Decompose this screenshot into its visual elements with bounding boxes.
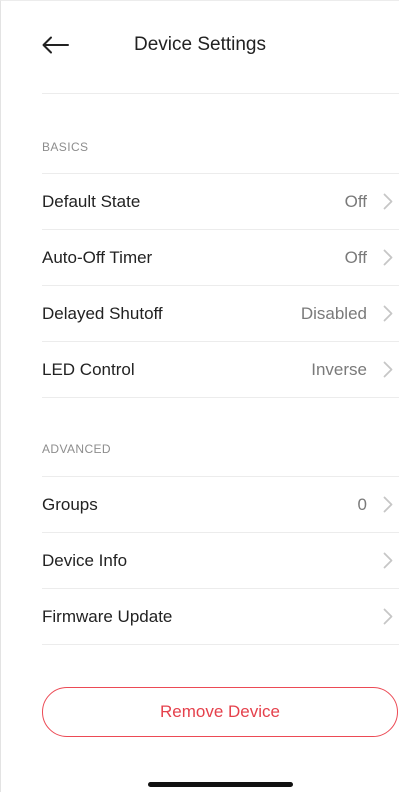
- header: Device Settings: [1, 1, 399, 93]
- section-header-basics: BASICS: [42, 140, 89, 154]
- remove-device-button[interactable]: Remove Device: [42, 687, 398, 737]
- chevron-right-icon: [381, 193, 395, 211]
- section-header-advanced: ADVANCED: [42, 442, 111, 456]
- row-label: Groups: [42, 494, 98, 514]
- row-led-control[interactable]: LED Control Inverse: [42, 341, 399, 398]
- screen: Device Settings BASICS Default State Off…: [0, 0, 399, 792]
- row-device-info[interactable]: Device Info: [42, 532, 399, 588]
- row-firmware-update[interactable]: Firmware Update: [42, 588, 399, 645]
- chevron-right-icon: [381, 305, 395, 323]
- chevron-right-icon: [381, 608, 395, 626]
- row-value: Disabled: [300, 303, 367, 323]
- chevron-right-icon: [381, 552, 395, 570]
- row-value: Off: [344, 191, 367, 211]
- row-label: Auto-Off Timer: [42, 247, 153, 267]
- header-divider: [42, 93, 399, 94]
- row-value: 0: [357, 494, 367, 514]
- row-auto-off-timer[interactable]: Auto-Off Timer Off: [42, 229, 399, 285]
- row-value: Off: [344, 247, 367, 267]
- page-title: Device Settings: [133, 34, 266, 55]
- row-groups[interactable]: Groups 0: [42, 476, 399, 532]
- row-label: Default State: [42, 191, 141, 211]
- row-label: Device Info: [42, 550, 128, 570]
- row-delayed-shutoff[interactable]: Delayed Shutoff Disabled: [42, 285, 399, 341]
- row-label: Delayed Shutoff: [42, 303, 163, 323]
- row-default-state[interactable]: Default State Off: [42, 173, 399, 229]
- home-indicator[interactable]: [148, 782, 293, 787]
- row-label: LED Control: [42, 359, 135, 379]
- chevron-right-icon: [381, 361, 395, 379]
- row-value: Inverse: [311, 359, 367, 379]
- row-label: Firmware Update: [42, 606, 173, 626]
- chevron-right-icon: [381, 496, 395, 514]
- chevron-right-icon: [381, 249, 395, 267]
